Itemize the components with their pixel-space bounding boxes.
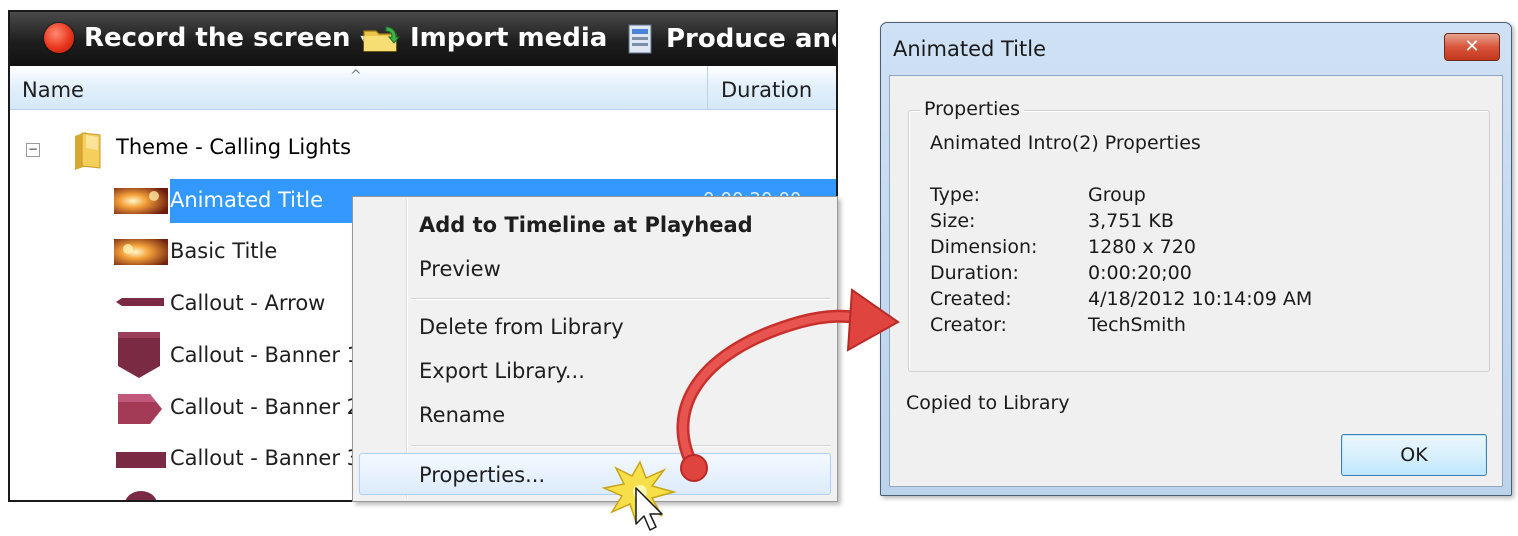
ok-button[interactable]: OK: [1341, 434, 1487, 476]
library-item-callout-banner-1[interactable]: Callout - Banner 1: [170, 343, 360, 367]
column-header-duration[interactable]: Duration: [721, 78, 812, 102]
context-menu: Add to Timeline at Playhead Preview Dele…: [352, 196, 838, 502]
close-button[interactable]: ✕: [1444, 33, 1500, 61]
property-value-size: 3,751 KB: [1088, 210, 1174, 232]
library-item-callout-banner-2[interactable]: Callout - Banner 2: [170, 395, 360, 419]
folder-icon: [75, 132, 101, 170]
circle-callout-icon: [125, 491, 157, 500]
import-media-button[interactable]: Import media: [362, 23, 607, 53]
banner-shield-icon: [118, 332, 160, 378]
menu-item-preview[interactable]: Preview: [419, 257, 501, 281]
record-screen-button[interactable]: Record the screen ▾: [44, 23, 369, 53]
collapse-toggle-icon[interactable]: −: [26, 143, 40, 157]
close-icon: ✕: [1464, 36, 1480, 57]
produce-label: Produce and s: [666, 24, 836, 54]
menu-separator: [411, 445, 831, 446]
banner-strip-icon: [116, 452, 166, 468]
property-label-creator: Creator:: [930, 314, 1007, 336]
menu-item-properties[interactable]: Properties...: [419, 463, 545, 487]
property-label-size: Size:: [930, 210, 976, 232]
import-label: Import media: [410, 23, 608, 53]
menu-item-rename[interactable]: Rename: [419, 403, 505, 427]
property-value-creator: TechSmith: [1088, 314, 1186, 336]
flare-thumbnail-icon: [114, 188, 168, 214]
groupbox-label: Properties: [920, 98, 1025, 120]
properties-subtitle: Animated Intro(2) Properties: [930, 132, 1201, 154]
property-value-dimension: 1280 x 720: [1088, 236, 1196, 258]
menu-separator: [411, 298, 831, 299]
column-divider[interactable]: [707, 66, 708, 109]
record-icon: [44, 23, 74, 53]
dialog-title: Animated Title: [893, 37, 1046, 61]
folder-label[interactable]: Theme - Calling Lights: [116, 135, 351, 159]
menu-item-add-to-timeline[interactable]: Add to Timeline at Playhead: [419, 213, 753, 237]
column-header-row: Name ^ Duration: [10, 66, 836, 110]
produce-icon: [628, 24, 652, 54]
property-label-dimension: Dimension:: [930, 236, 1038, 258]
library-item-animated-title[interactable]: Animated Title: [170, 188, 323, 212]
property-value-type: Group: [1088, 184, 1146, 206]
property-label-duration: Duration:: [930, 262, 1019, 284]
property-value-created: 4/18/2012 10:14:09 AM: [1088, 288, 1313, 310]
produce-share-button[interactable]: Produce and s: [626, 23, 836, 55]
toolbar: Record the screen ▾ Import media Produce…: [10, 12, 836, 66]
library-item-callout-banner-3[interactable]: Callout - Banner 3: [170, 446, 360, 470]
menu-item-export-library[interactable]: Export Library...: [419, 359, 585, 383]
menu-item-delete-from-library[interactable]: Delete from Library: [419, 315, 624, 339]
property-value-duration: 0:00:20;00: [1088, 262, 1192, 284]
library-item-callout-arrow[interactable]: Callout - Arrow: [170, 291, 325, 315]
library-item-basic-title[interactable]: Basic Title: [170, 239, 277, 263]
flare-thumbnail-icon: [114, 239, 168, 265]
import-folder-icon: [363, 26, 401, 52]
dialog-body: Properties Animated Intro(2) Properties …: [889, 75, 1503, 487]
banner-pointer-icon: [118, 394, 162, 424]
column-header-name[interactable]: Name: [22, 78, 84, 102]
properties-dialog: Animated Title ✕ Properties Animated Int…: [880, 22, 1512, 496]
property-label-created: Created:: [930, 288, 1012, 310]
record-label: Record the screen: [84, 23, 351, 53]
status-text: Copied to Library: [906, 392, 1070, 414]
arrow-callout-icon: [116, 298, 164, 306]
sort-ascending-icon: ^: [350, 68, 362, 84]
property-label-type: Type:: [930, 184, 981, 206]
